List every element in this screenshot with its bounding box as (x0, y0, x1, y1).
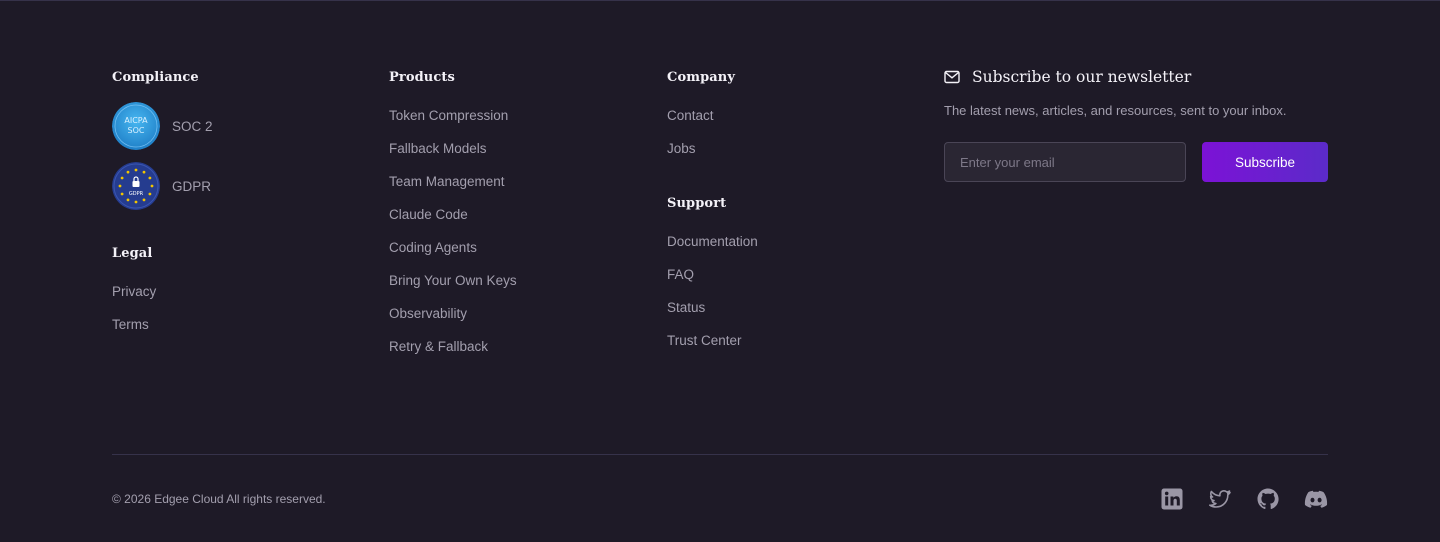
copyright-text: © 2026 Edgee Cloud All rights reserved. (112, 492, 326, 506)
footer-link-team-management[interactable]: Team Management (389, 174, 505, 189)
mail-icon (944, 70, 960, 84)
footer-link-fallback-models[interactable]: Fallback Models (389, 141, 487, 156)
footer-link-jobs[interactable]: Jobs (667, 141, 696, 156)
discord-icon[interactable] (1304, 487, 1328, 511)
gdpr-badge-row: GDPR GDPR (112, 162, 211, 210)
footer-link-token-compression[interactable]: Token Compression (389, 108, 508, 123)
newsletter-title-row: Subscribe to our newsletter (944, 68, 1191, 86)
footer-link-observability[interactable]: Observability (389, 306, 467, 321)
soc2-badge-row: AICPA SOC SOC 2 (112, 102, 213, 150)
footer-link-bring-your-own-keys[interactable]: Bring Your Own Keys (389, 273, 517, 288)
linkedin-icon[interactable] (1160, 487, 1184, 511)
email-input[interactable] (944, 142, 1186, 182)
footer-link-claude-code[interactable]: Claude Code (389, 207, 468, 222)
github-icon[interactable] (1256, 487, 1280, 511)
products-heading: Products (389, 70, 455, 85)
footer-link-contact[interactable]: Contact (667, 108, 714, 123)
support-heading: Support (667, 196, 727, 211)
footer-divider (112, 454, 1328, 455)
site-footer: Compliance AICPA SOC SOC 2 GDPR GDPR Leg… (0, 0, 1440, 542)
gdpr-badge-text: GDPR (129, 191, 144, 197)
footer-link-coding-agents[interactable]: Coding Agents (389, 240, 477, 255)
company-heading: Company (667, 70, 735, 85)
twitter-icon[interactable] (1208, 487, 1232, 511)
footer-link-faq[interactable]: FAQ (667, 267, 694, 282)
footer-link-retry-fallback[interactable]: Retry & Fallback (389, 339, 488, 354)
footer-link-status[interactable]: Status (667, 300, 705, 315)
footer-link-privacy[interactable]: Privacy (112, 284, 156, 299)
gdpr-badge-icon: GDPR (112, 162, 160, 210)
gdpr-label: GDPR (172, 178, 212, 194)
legal-heading: Legal (112, 246, 153, 261)
newsletter-description: The latest news, articles, and resources… (944, 103, 1287, 118)
soc2-badge-line2: SOC (128, 126, 145, 135)
footer-link-terms[interactable]: Terms (112, 317, 149, 332)
soc2-label: SOC 2 (172, 118, 213, 134)
compliance-heading: Compliance (112, 70, 199, 85)
footer-link-trust-center[interactable]: Trust Center (667, 333, 742, 348)
footer-link-documentation[interactable]: Documentation (667, 234, 758, 249)
subscribe-button[interactable]: Subscribe (1202, 142, 1328, 182)
soc2-badge-icon: AICPA SOC (112, 102, 160, 150)
newsletter-title: Subscribe to our newsletter (972, 68, 1192, 86)
soc2-badge-line1: AICPA (124, 116, 148, 125)
